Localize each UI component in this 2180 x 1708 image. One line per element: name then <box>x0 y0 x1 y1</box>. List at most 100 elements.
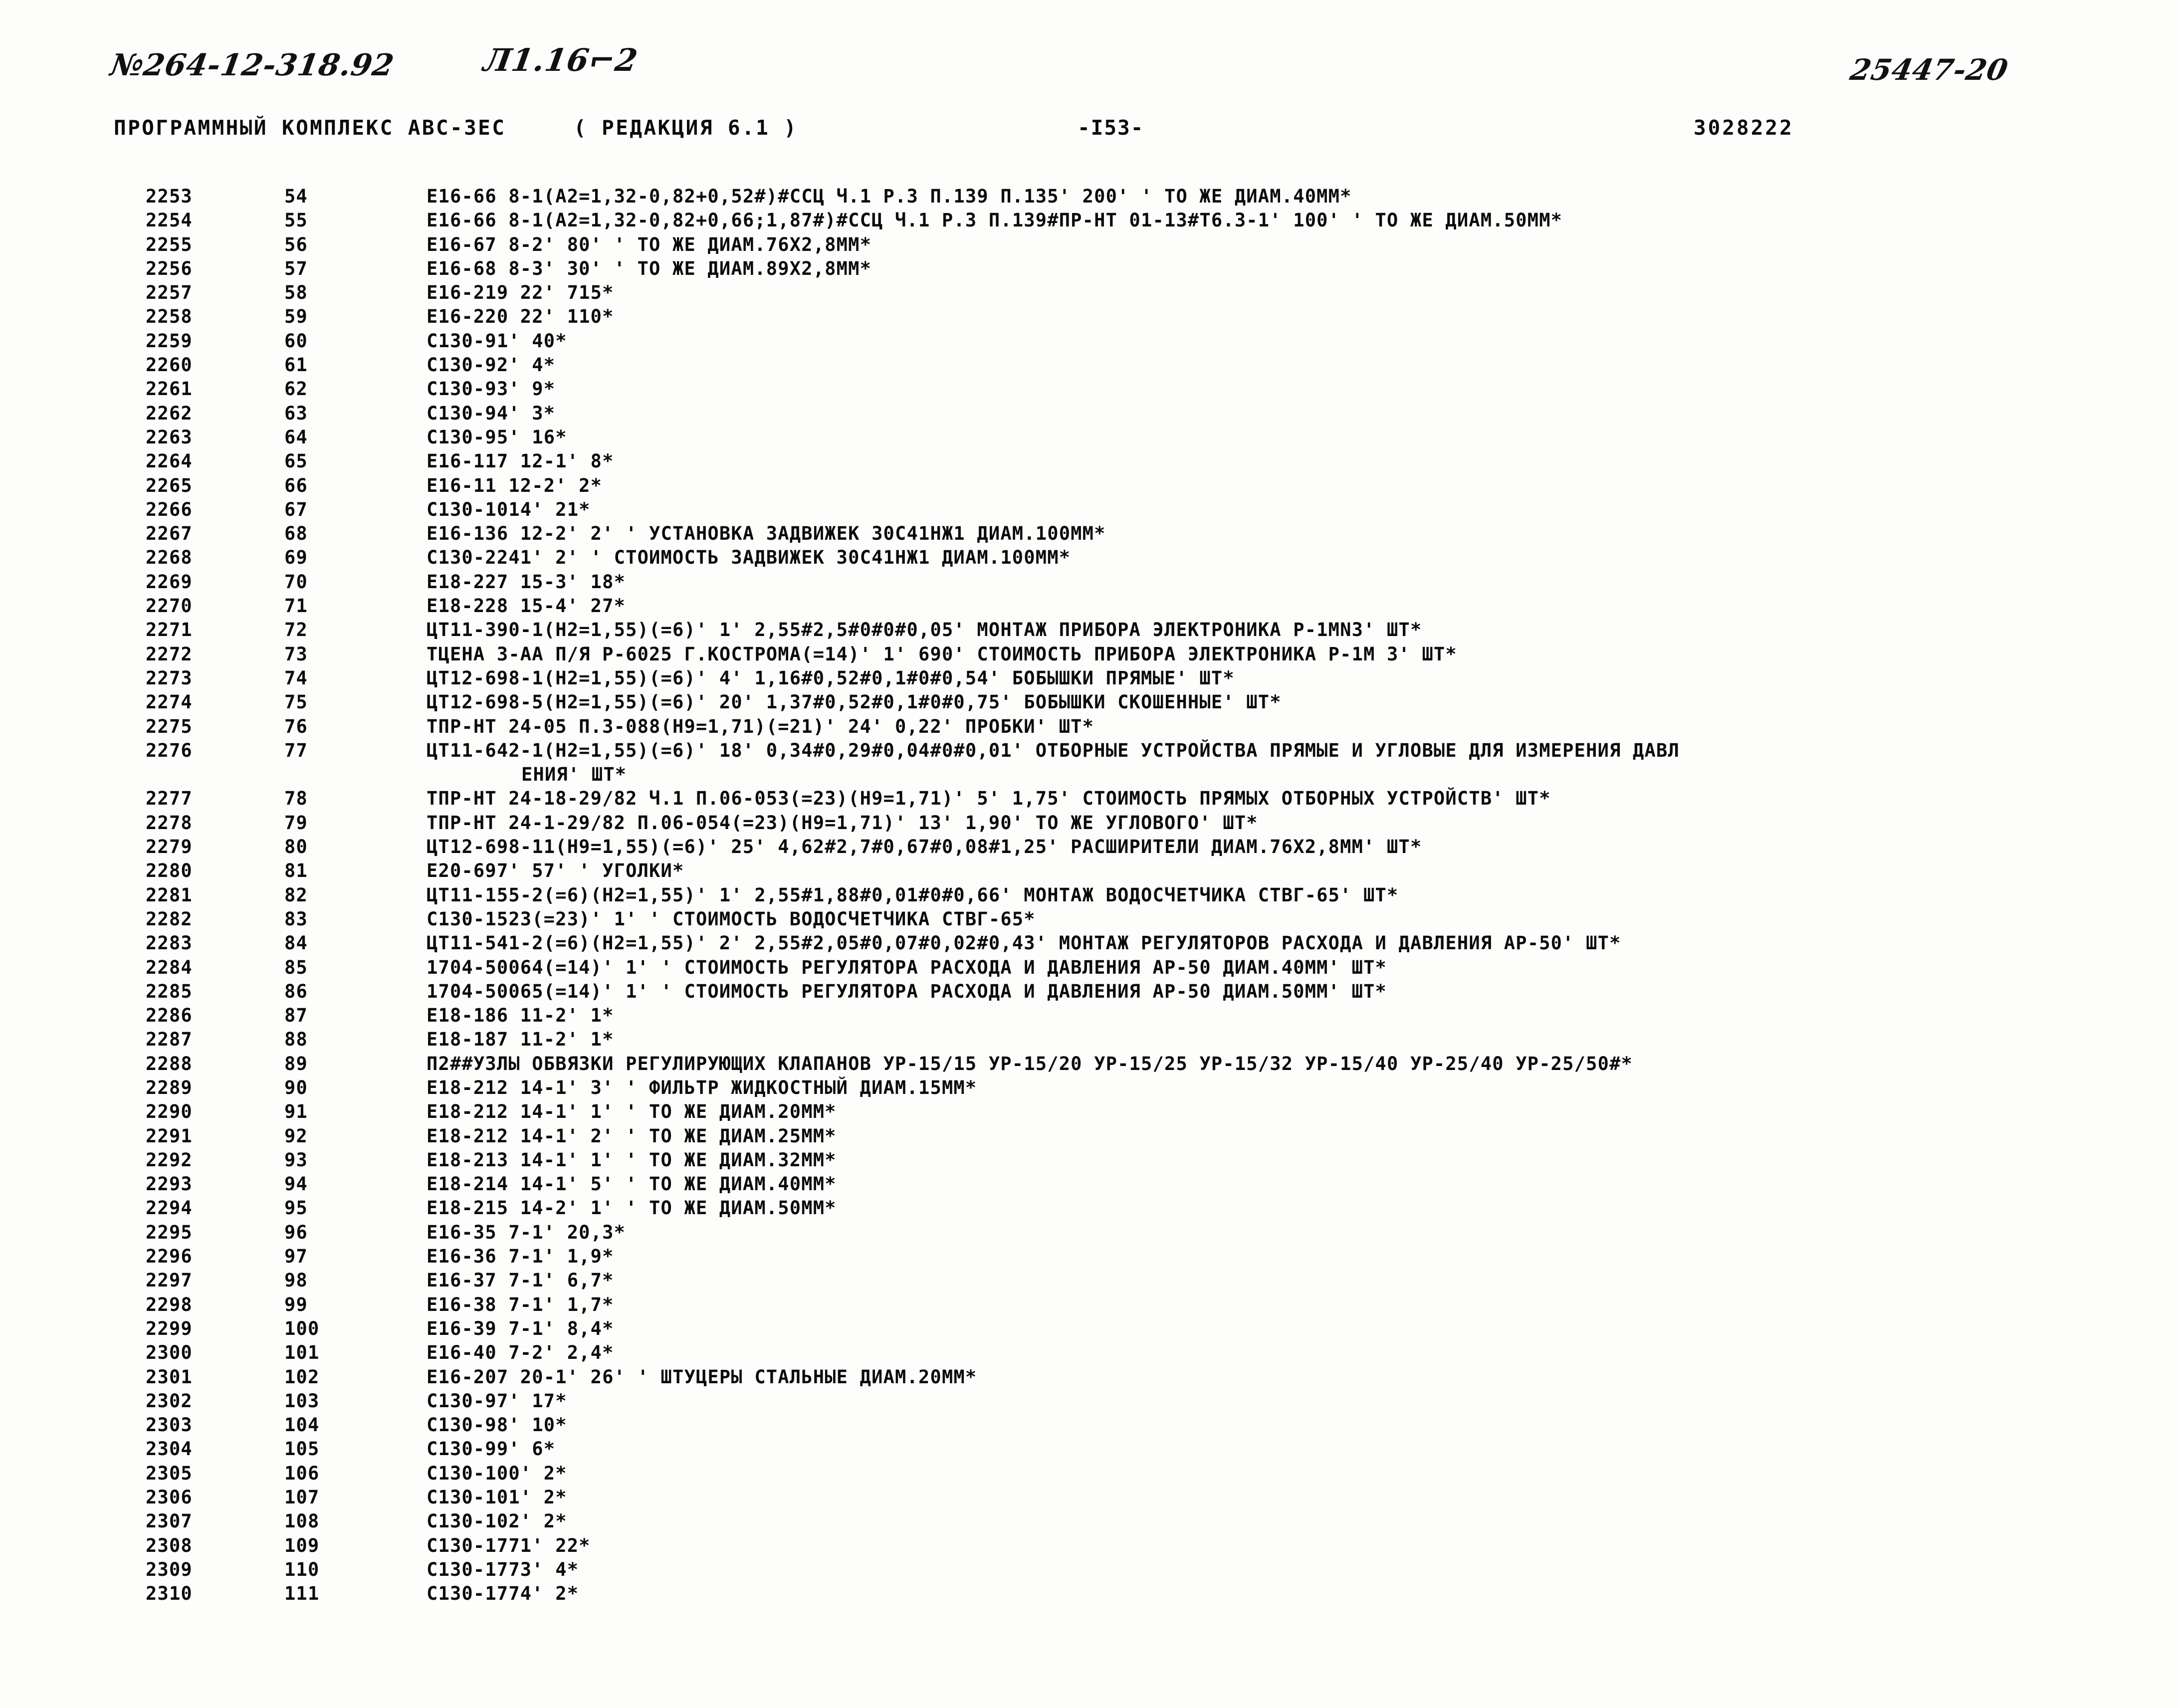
row-sequence-number: 2300 <box>146 1342 193 1364</box>
row-item-number: 104 <box>284 1414 320 1436</box>
row-sequence-number: 2261 <box>146 378 193 400</box>
row-item-number: 98 <box>284 1270 308 1291</box>
row-sequence-number: 2282 <box>146 908 193 930</box>
listing-row: 2269 70 E18-227 15-3' 18* <box>0 571 2180 595</box>
row-item-number: 67 <box>284 498 308 520</box>
row-resource-text: С130-2241' 2' ' СТОИМОСТЬ ЗАДВИЖЕК 30С41… <box>427 547 1071 569</box>
row-sequence-number: 2310 <box>146 1583 193 1605</box>
listing-row: 2280 81 E20-697' 57' ' УГОЛКИ* <box>0 860 2180 884</box>
listing-row: 2298 99 E16-38 7-1' 1,7* <box>0 1294 2180 1318</box>
listing-row: 2294 95 E18-215 14-2' 1' ' ТО ЖЕ ДИАМ.50ММ… <box>0 1197 2180 1221</box>
listing-row: 2303 104 С130-98' 10* <box>0 1414 2180 1438</box>
listing-row: 2256 57 E16-68 8-3' 30' ' ТО ЖЕ ДИАМ.89Х2,… <box>0 258 2180 282</box>
row-sequence-number: 2262 <box>146 402 193 424</box>
listing-row: 2304 105 С130-99' 6* <box>0 1438 2180 1462</box>
row-sequence-number: 2271 <box>146 619 193 641</box>
row-resource-text: E16-38 7-1' 1,7* <box>427 1293 614 1315</box>
row-resource-text: E16-117 12-1' 8* <box>427 450 614 472</box>
listing-row: 2291 92 E18-212 14-1' 2' ' ТО ЖЕ ДИАМ.25ММ… <box>0 1125 2180 1149</box>
listing-row: 2307 108 С130-102' 2* <box>0 1510 2180 1534</box>
row-sequence-number: 2308 <box>146 1534 193 1556</box>
row-resource-text: 1704-50065(=14)' 1' ' СТОИМОСТЬ РЕГУЛЯТО… <box>427 980 1387 1002</box>
listing-row: 2301 102 E16-207 20-1' 26' ' ШТУЦЕРЫ СТАЛЬ… <box>0 1366 2180 1390</box>
row-resource-text: ЦТ11-390-1(Н2=1,55)(=6)' 1' 2,55#2,5#0#0… <box>427 619 1422 641</box>
row-resource-text: С130-1014' 21* <box>427 498 591 520</box>
row-item-number: 78 <box>284 788 308 810</box>
row-item-number: 58 <box>284 282 308 304</box>
row-resource-text: E16-37 7-1' 6,7* <box>427 1270 614 1291</box>
row-sequence-number: 2273 <box>146 667 193 689</box>
listing-row: 2266 67 С130-1014' 21* <box>0 499 2180 523</box>
row-sequence-number: 2296 <box>146 1246 193 1268</box>
listing-row: 2289 90 E18-212 14-1' 3' ' ФИЛЬТР ЖИДКОСТН… <box>0 1077 2180 1101</box>
row-item-number: 68 <box>284 523 308 545</box>
row-resource-text: E16-68 8-3' 30' ' ТО ЖЕ ДИАМ.89Х2,8ММ* <box>427 257 872 279</box>
row-item-number: 65 <box>284 450 308 472</box>
row-item-number: 82 <box>284 884 308 906</box>
row-item-number: 86 <box>284 980 308 1002</box>
row-resource-text: С130-98' 10* <box>427 1414 567 1436</box>
row-sequence-number: 2278 <box>146 812 193 834</box>
listing-row: 2299 100 E16-39 7-1' 8,4* <box>0 1318 2180 1342</box>
row-sequence-number: 2298 <box>146 1293 193 1315</box>
listing-row: 2296 97 E16-36 7-1' 1,9* <box>0 1246 2180 1270</box>
revision-label: ( РЕДАКЦИЯ 6.1 ) <box>574 116 798 140</box>
row-resource-text: С130-91' 40* <box>427 330 567 352</box>
listing-row: 2273 74 ЦТ12-698-1(Н2=1,55)(=6)' 4' 1,16#0… <box>0 667 2180 691</box>
row-item-number: 64 <box>284 426 308 448</box>
row-resource-text: E16-36 7-1' 1,9* <box>427 1246 614 1268</box>
row-resource-text: ЦТ12-698-1(Н2=1,55)(=6)' 4' 1,16#0,52#0,… <box>427 667 1235 689</box>
listing-row: 2278 79 ТПР-НТ 24-1-29/82 П.06-054(=23)(Н9… <box>0 812 2180 836</box>
row-resource-text: С130-1774' 2* <box>427 1583 579 1605</box>
row-resource-text: С130-100' 2* <box>427 1462 567 1484</box>
row-item-number: 103 <box>284 1390 320 1412</box>
listing-row: 2259 60 С130-91' 40* <box>0 330 2180 354</box>
row-item-number: 95 <box>284 1197 308 1219</box>
listing-row: 2308 109 С130-1771' 22* <box>0 1535 2180 1559</box>
listing-row: 2306 107 С130-101' 2* <box>0 1487 2180 1510</box>
row-resource-text: E16-66 8-1(A2=1,32-0,82+0,52#)#ССЦ Ч.1 Р… <box>427 186 1352 207</box>
row-resource-text: E18-187 11-2' 1* <box>427 1029 614 1051</box>
row-item-number: 97 <box>284 1246 308 1268</box>
row-resource-text: ЦТ11-155-2(=6)(Н2=1,55)' 1' 2,55#1,88#0,… <box>427 884 1399 906</box>
row-sequence-number: 2291 <box>146 1125 193 1147</box>
row-item-number: 77 <box>284 739 308 761</box>
row-resource-text: E18-228 15-4' 27* <box>427 595 626 617</box>
row-resource-text: E18-215 14-2' 1' ' ТО ЖЕ ДИАМ.50ММ* <box>427 1197 837 1219</box>
listing-row: 2274 75 ЦТ12-698-5(Н2=1,55)(=6)' 20' 1,37#… <box>0 691 2180 715</box>
listing-row: 2284 85 1704-50064(=14)' 1' ' СТОИМОСТЬ РЕ… <box>0 957 2180 981</box>
row-item-number: 109 <box>284 1534 320 1556</box>
row-sequence-number: 2297 <box>146 1270 193 1291</box>
row-item-number: 102 <box>284 1366 320 1388</box>
row-sequence-number: 2275 <box>146 715 193 737</box>
row-item-number: 71 <box>284 595 308 617</box>
row-sequence-number: 2293 <box>146 1173 193 1195</box>
row-item-number: 63 <box>284 402 308 424</box>
row-sequence-number: 2284 <box>146 956 193 978</box>
row-sequence-number: 2268 <box>146 547 193 569</box>
row-resource-text: С130-1773' 4* <box>427 1558 579 1580</box>
row-resource-text: E16-39 7-1' 8,4* <box>427 1317 614 1339</box>
row-sequence-number: 2276 <box>146 739 193 761</box>
row-sequence-number: 2272 <box>146 643 193 665</box>
row-item-number: 90 <box>284 1076 308 1098</box>
listing-row: 2297 98 E16-37 7-1' 6,7* <box>0 1270 2180 1293</box>
row-item-number: 83 <box>284 908 308 930</box>
row-resource-text: С130-93' 9* <box>427 378 556 400</box>
row-sequence-number: 2267 <box>146 523 193 545</box>
listing-row: 2271 72 ЦТ11-390-1(Н2=1,55)(=6)' 1' 2,55#2… <box>0 619 2180 643</box>
row-item-number: 92 <box>284 1125 308 1147</box>
row-resource-text: С130-1523(=23)' 1' ' СТОИМОСТЬ ВОДОСЧЕТЧ… <box>427 908 1036 930</box>
listing-row: 2302 103 С130-97' 17* <box>0 1390 2180 1414</box>
row-sequence-number: 2274 <box>146 691 193 713</box>
listing-row: 2272 73 ТЦЕНА 3-АА П/Я Р-6025 Г.КОСТРОМА(=… <box>0 643 2180 667</box>
row-sequence-number: 2254 <box>146 210 193 231</box>
row-sequence-number: 2286 <box>146 1005 193 1027</box>
row-sequence-number: 2289 <box>146 1076 193 1098</box>
row-sequence-number: 2285 <box>146 980 193 1002</box>
listing-row: 2283 84 ЦТ11-541-2(=6)(Н2=1,55)' 2' 2,55#2… <box>0 932 2180 956</box>
row-resource-text: E16-11 12-2' 2* <box>427 474 603 496</box>
listing-row: 2268 69 С130-2241' 2' ' СТОИМОСТЬ ЗАДВИЖЕК… <box>0 547 2180 571</box>
listing-row: 2275 76 ТПР-НТ 24-05 П.3-088(Н9=1,71)(=21)… <box>0 716 2180 740</box>
row-item-number: 80 <box>284 836 308 858</box>
